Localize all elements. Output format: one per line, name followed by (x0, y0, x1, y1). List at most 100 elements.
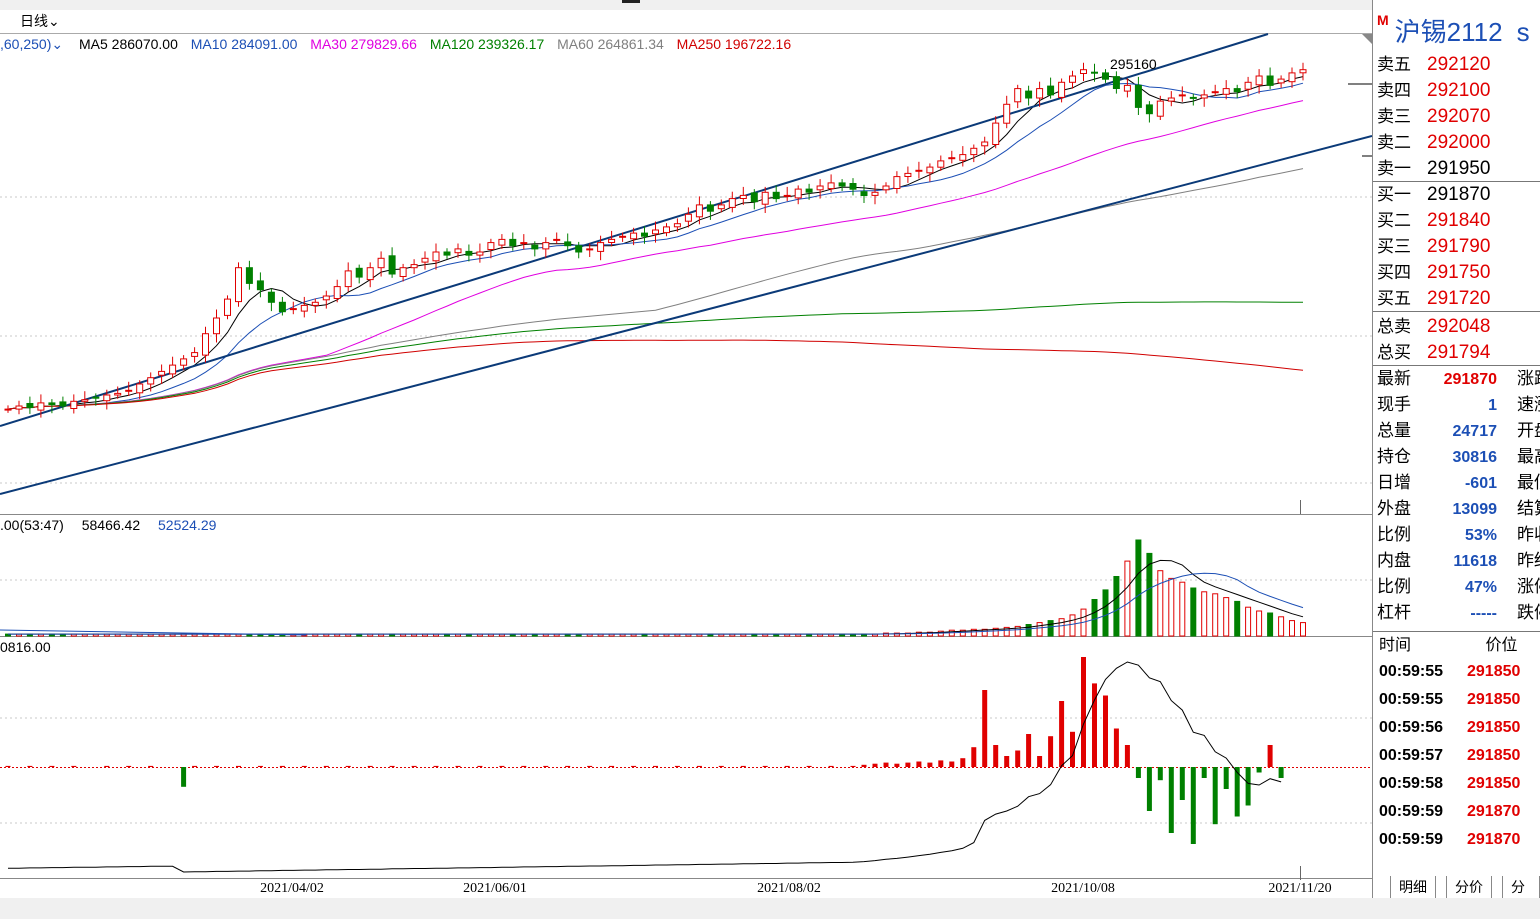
oi-change-bar (916, 761, 922, 767)
bid-row[interactable]: 买一 291870 (1377, 181, 1537, 207)
oi-change-bar (653, 765, 658, 767)
candle-body (805, 188, 813, 193)
volume-bar (1025, 624, 1032, 637)
tick-row[interactable]: 00:59:59 291870 (1379, 826, 1540, 854)
oi-change-bar (104, 765, 110, 767)
oi-change-bar (696, 765, 702, 767)
volume-bar (1190, 587, 1197, 637)
bid-price: 291790 (1427, 236, 1491, 257)
stat-label: 结算 (1517, 499, 1540, 518)
oi-change-bar (740, 765, 746, 767)
oi-change-bar (1245, 767, 1251, 806)
stat-label: 杠杆 (1377, 603, 1411, 622)
candle-body (893, 176, 901, 190)
tab-detail[interactable]: 明细 (1390, 876, 1436, 899)
oi-change-bar (718, 765, 724, 767)
chevron-down-icon[interactable]: ⌄ (51, 36, 63, 52)
period-label: 日线 (20, 13, 48, 29)
candle-body (366, 267, 374, 281)
candle-body (992, 122, 1000, 145)
stat-label: 速涨 (1517, 395, 1540, 414)
tab-tick-by-tick[interactable]: 分笔 (1502, 876, 1540, 917)
volume-bar (1201, 591, 1208, 637)
ma-params[interactable]: ,60,250) (0, 36, 51, 52)
bid-row[interactable]: 买三 291790 (1377, 233, 1537, 259)
bid-row[interactable]: 买五 291720 (1377, 285, 1537, 311)
stat-value: 53% (1464, 527, 1497, 544)
contract-title[interactable]: M 沪锡2112 s (1377, 12, 1530, 49)
bid-row[interactable]: 买四 291750 (1377, 259, 1537, 285)
tick-row[interactable]: 00:59:55 291850 (1379, 658, 1540, 686)
stat-value: 30816 (1452, 449, 1498, 466)
total-ask-label: 总卖 (1377, 317, 1411, 336)
candle-body (838, 182, 846, 187)
volume-bar (1179, 581, 1186, 637)
total-ask-value: 292048 (1427, 316, 1491, 337)
period-dropdown[interactable]: 日线⌄ (0, 10, 76, 32)
candle-body (761, 191, 769, 205)
total-bid-row: 总买 291794 (1377, 339, 1537, 365)
tick-row[interactable]: 00:59:55 291850 (1379, 686, 1540, 714)
candle-body (783, 194, 791, 197)
candle-body (1134, 84, 1142, 108)
stat-row: 比例 53% 昨收 (1377, 522, 1540, 548)
oi-change-bar (960, 758, 966, 767)
total-bid-label: 总买 (1377, 343, 1411, 362)
date-label: 2021/10/08 (1051, 881, 1115, 896)
stat-label: 涨停 (1517, 577, 1540, 596)
oi-change-bar (1048, 736, 1054, 767)
candle-body (399, 267, 407, 278)
tick-row[interactable]: 00:59:56 291850 (1379, 714, 1540, 742)
bid-label: 买二 (1377, 211, 1411, 230)
ask-row[interactable]: 卖三 292070 (1377, 103, 1537, 129)
panel-tabs: 明细 分价 分笔 (1372, 876, 1540, 917)
candle-body (1003, 103, 1011, 124)
candle-body (454, 248, 462, 254)
candle-body (245, 267, 253, 284)
ask-row[interactable]: 卖五 292120 (1377, 51, 1537, 77)
candle-body (59, 401, 67, 407)
candle-body (311, 301, 319, 306)
candle-body (15, 405, 23, 410)
oi-change-bar (411, 765, 417, 767)
candle-body (498, 238, 506, 246)
tab-price-distribution[interactable]: 分价 (1446, 876, 1492, 899)
stat-label: 昨结 (1517, 551, 1540, 570)
stat-value: 1 (1488, 397, 1497, 414)
oi-change-bar (1059, 701, 1065, 767)
candle-body (717, 204, 725, 210)
oi-change-bar (257, 765, 263, 767)
tick-row[interactable]: 00:59:59 291870 (1379, 798, 1540, 826)
kline-chart[interactable] (0, 0, 1372, 898)
candle-body (147, 377, 155, 385)
candle-body (158, 370, 166, 376)
tick-price: 291850 (1467, 747, 1521, 764)
oi-change-bar (126, 765, 132, 767)
ask-label: 卖三 (1377, 107, 1411, 126)
volume-bar (1102, 589, 1109, 637)
candle-body (136, 383, 144, 394)
candle-body (1058, 81, 1066, 98)
candle-body (619, 235, 627, 238)
market-marker: M (1377, 12, 1389, 28)
date-label: 2021/06/01 (463, 881, 527, 896)
ask-label: 卖二 (1377, 133, 1411, 152)
candle-body (630, 232, 638, 240)
volume-bar (1135, 539, 1142, 637)
ticks-divider (1373, 631, 1540, 632)
candle-body (542, 242, 550, 250)
candle-body (827, 182, 835, 190)
oi-change-bar (1157, 767, 1163, 781)
candle-body (1102, 72, 1109, 80)
candle-body (739, 194, 747, 199)
date-label: 2021/04/02 (260, 881, 324, 896)
ask-row[interactable]: 卖一 291950 (1377, 155, 1537, 181)
ask-row[interactable]: 卖四 292100 (1377, 77, 1537, 103)
candle-body (1211, 91, 1219, 94)
tick-row[interactable]: 00:59:58 291850 (1379, 770, 1540, 798)
tick-row[interactable]: 00:59:57 291850 (1379, 742, 1540, 770)
oi-change-bar (279, 765, 285, 767)
candle-body (213, 317, 220, 335)
ask-row[interactable]: 卖二 292000 (1377, 129, 1537, 155)
bid-row[interactable]: 买二 291840 (1377, 207, 1537, 233)
